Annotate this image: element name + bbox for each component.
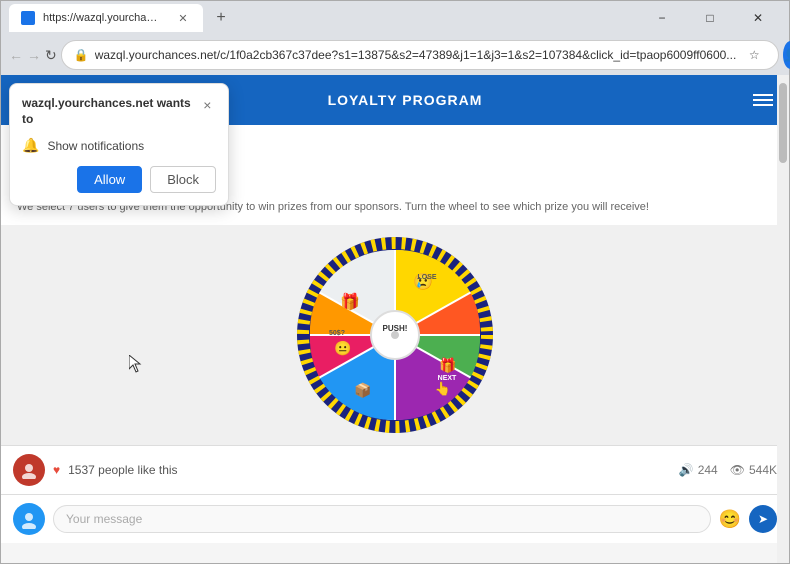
popup-title: wazql.yourchances.net wants to xyxy=(22,96,199,127)
svg-text:😐: 😐 xyxy=(334,340,351,356)
view-icon: 👁 xyxy=(730,463,745,477)
social-bar: ♥ 1537 people like this 🔊 244 👁 544K xyxy=(1,445,789,494)
lock-icon: 🔒 xyxy=(74,48,89,62)
block-button[interactable]: Block xyxy=(150,166,216,193)
webpage: wazql.yourchances.net wants to × 🔔 Show … xyxy=(1,75,789,563)
tab-close-button[interactable]: ✕ xyxy=(175,10,191,26)
reload-button[interactable]: ↻ xyxy=(45,41,57,69)
user-avatar xyxy=(13,454,45,486)
comment-count: 244 xyxy=(698,463,718,477)
allow-button[interactable]: Allow xyxy=(77,166,142,193)
window-controls: − □ ✕ xyxy=(639,4,781,32)
message-avatar xyxy=(13,503,45,535)
browser-window: https://wazql.yourchances.net/c/ ✕ + − □… xyxy=(0,0,790,564)
social-counts: 🔊 244 👁 544K xyxy=(679,463,777,477)
like-icon: ♥ xyxy=(53,463,60,477)
profile-button[interactable]: 👤 xyxy=(783,41,790,69)
svg-text:👆: 👆 xyxy=(435,381,451,396)
spin-wheel[interactable]: PUSH! 😢 🎁 🎁 📦 👆 😐 LOSE xyxy=(295,235,495,435)
wheel-section: PUSH! 😢 🎁 🎁 📦 👆 😐 LOSE xyxy=(1,225,789,445)
svg-text:🎁: 🎁 xyxy=(439,357,456,374)
svg-text:LOSE: LOSE xyxy=(417,274,436,281)
bell-icon: 🔔 xyxy=(22,137,39,154)
message-bar: Your message 😊 ➤ xyxy=(1,494,789,543)
popup-header: wazql.yourchances.net wants to × xyxy=(22,96,216,127)
emoji-button[interactable]: 😊 xyxy=(719,509,741,530)
svg-text:50$?: 50$? xyxy=(329,330,345,337)
close-button[interactable]: ✕ xyxy=(735,4,781,32)
tab-title: https://wazql.yourchances.net/c/ xyxy=(43,12,163,24)
scrollbar-thumb[interactable] xyxy=(779,83,787,163)
active-tab[interactable]: https://wazql.yourchances.net/c/ ✕ xyxy=(9,4,203,32)
address-bar: ← → ↻ 🔒 wazql.yourchances.net/c/1f0a2cb3… xyxy=(1,35,789,75)
notification-popup: wazql.yourchances.net wants to × 🔔 Show … xyxy=(9,83,229,206)
bookmark-icon[interactable]: ☆ xyxy=(742,43,766,67)
notification-label: Show notifications xyxy=(47,139,144,153)
svg-text:NEXT: NEXT xyxy=(438,375,457,382)
minimize-button[interactable]: − xyxy=(639,4,685,32)
popup-buttons: Allow Block xyxy=(22,166,216,193)
likes-count: 1537 people like this xyxy=(68,463,177,477)
message-placeholder: Your message xyxy=(66,512,142,526)
new-tab-button[interactable]: + xyxy=(207,4,235,32)
forward-button[interactable]: → xyxy=(27,41,41,69)
spin-wheel-container[interactable]: PUSH! 😢 🎁 🎁 📦 👆 😐 LOSE xyxy=(295,235,495,435)
svg-text:📦: 📦 xyxy=(354,382,371,399)
svg-text:🎁: 🎁 xyxy=(340,292,360,311)
popup-close-button[interactable]: × xyxy=(199,96,216,114)
send-button[interactable]: ➤ xyxy=(749,505,777,533)
back-button[interactable]: ← xyxy=(9,41,23,69)
tab-favicon xyxy=(21,11,35,25)
title-bar: https://wazql.yourchances.net/c/ ✕ + − □… xyxy=(1,1,789,35)
url-text: wazql.yourchances.net/c/1f0a2cb367c37dee… xyxy=(95,48,737,62)
scrollbar[interactable] xyxy=(777,75,789,563)
send-icon: ➤ xyxy=(758,512,768,526)
notification-row: 🔔 Show notifications xyxy=(22,137,216,154)
hamburger-menu[interactable] xyxy=(753,94,773,106)
address-input[interactable]: 🔒 wazql.yourchances.net/c/1f0a2cb367c37d… xyxy=(61,40,780,70)
maximize-button[interactable]: □ xyxy=(687,4,733,32)
views-count: 544K xyxy=(749,463,777,477)
comment-icon: 🔊 xyxy=(679,463,694,477)
message-input[interactable]: Your message xyxy=(53,505,711,533)
